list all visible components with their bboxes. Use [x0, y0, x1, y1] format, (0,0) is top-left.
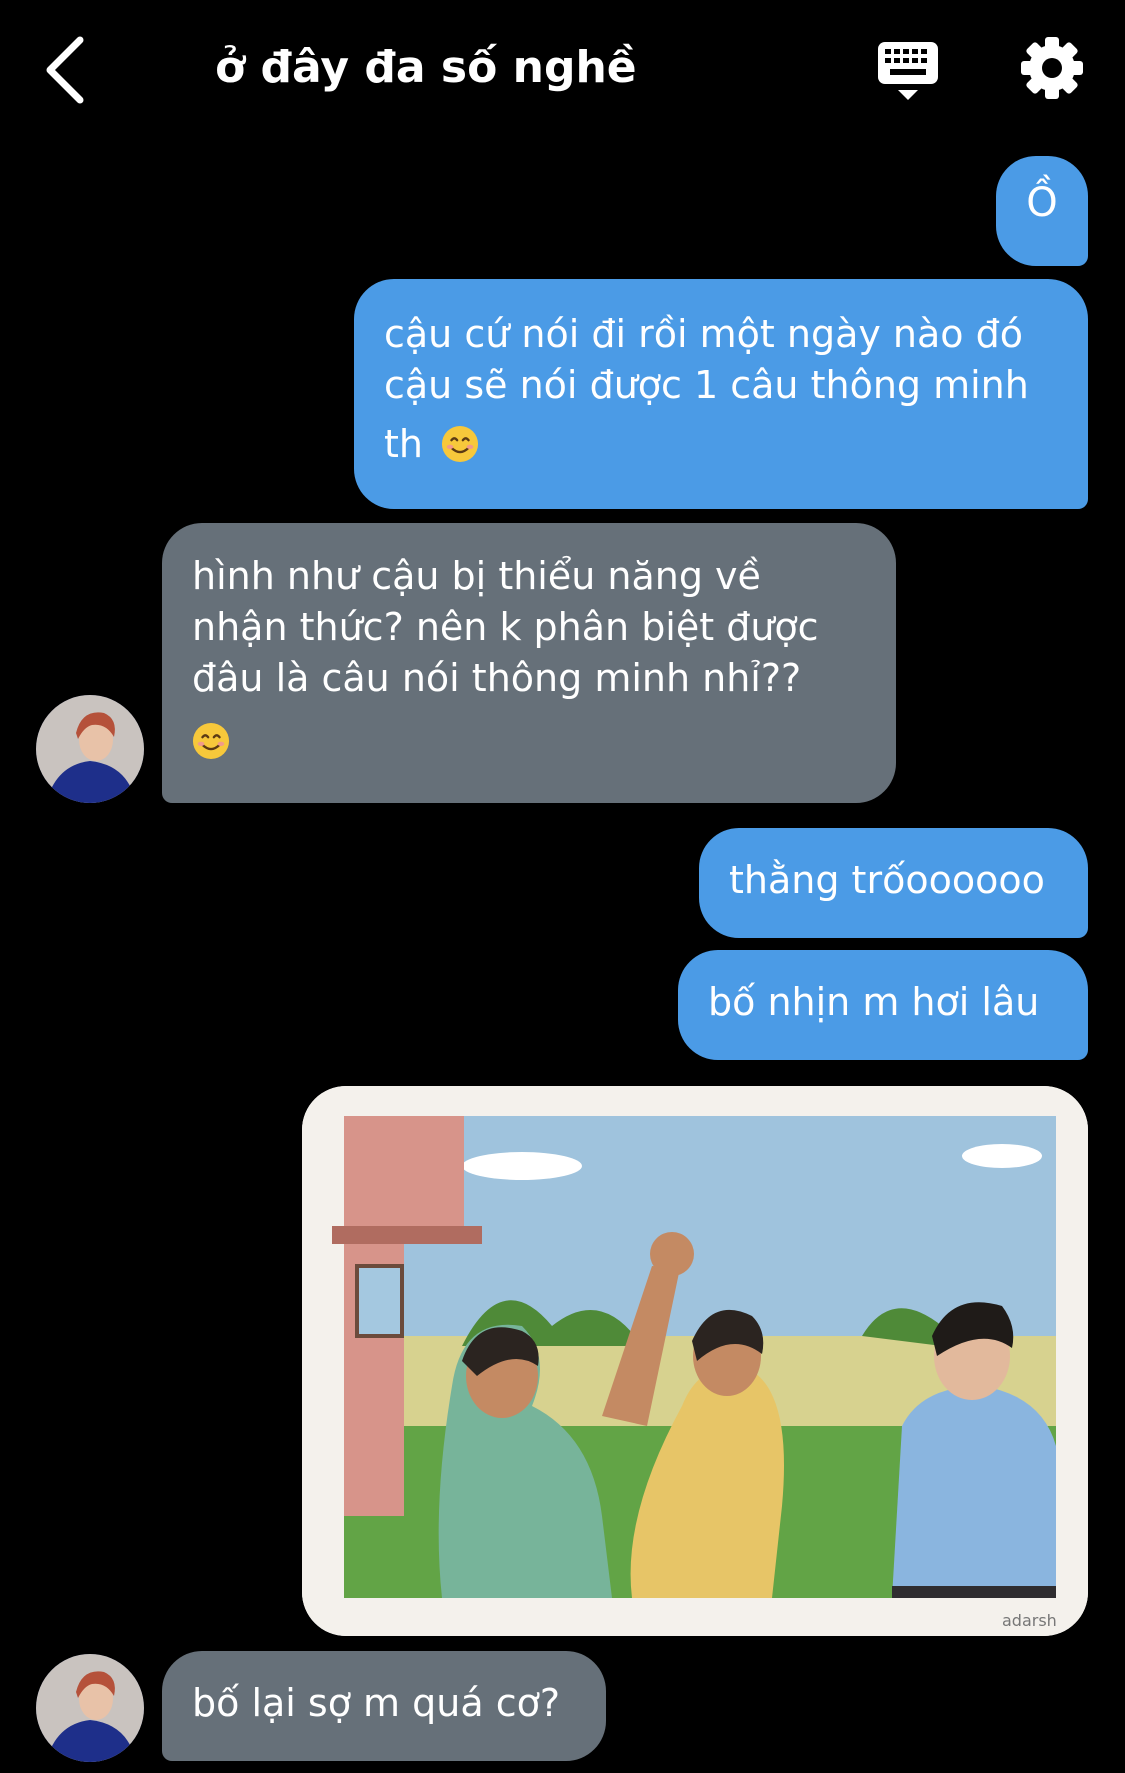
outgoing-message[interactable]: cậu cứ nói đi rồi một ngày nào đó cậu sẽ… [354, 279, 1088, 509]
message-line: cậu sẽ nói được 1 câu thông minh [384, 363, 1029, 407]
image-message[interactable]: adarsh [302, 1086, 1088, 1636]
chat-header: ở đây đa số nghề [0, 0, 1125, 140]
outgoing-message[interactable]: bố nhịn m hơi lâu [678, 950, 1088, 1060]
smiling-face-emoji [442, 425, 479, 463]
image-watermark: adarsh [1002, 1611, 1057, 1630]
illustration-image: adarsh [302, 1086, 1088, 1636]
chevron-left-icon[interactable] [40, 30, 100, 110]
smiling-face-emoji [192, 722, 230, 760]
avatar[interactable] [36, 695, 144, 803]
message-text: thằng trốoooooo [729, 858, 1045, 902]
message-line: cậu cứ nói đi rồi một ngày nào đó [384, 312, 1024, 356]
outgoing-message[interactable]: thằng trốoooooo [699, 828, 1088, 938]
gear-icon[interactable] [1020, 34, 1084, 102]
incoming-message[interactable]: bố lại sợ m quá cơ? [162, 1651, 606, 1761]
keyboard-icon[interactable] [876, 40, 940, 102]
message-text: Ồ [1026, 180, 1058, 226]
message-line: hình như cậu bị thiểu năng về [192, 554, 761, 598]
message-text: bố lại sợ m quá cơ? [192, 1681, 561, 1725]
chat-title[interactable]: ở đây đa số nghề [215, 40, 637, 96]
incoming-message[interactable]: hình như cậu bị thiểu năng về nhận thức?… [162, 523, 896, 803]
message-line: nhận thức? nên k phân biệt được [192, 605, 819, 649]
message-line: th [384, 422, 423, 466]
message-line: đâu là câu nói thông minh nhỉ?? [192, 656, 802, 700]
avatar-photo [36, 695, 144, 803]
outgoing-message[interactable]: Ồ [996, 156, 1088, 266]
avatar[interactable] [36, 1654, 144, 1762]
message-text: bố nhịn m hơi lâu [708, 980, 1040, 1024]
avatar-photo [36, 1654, 144, 1762]
